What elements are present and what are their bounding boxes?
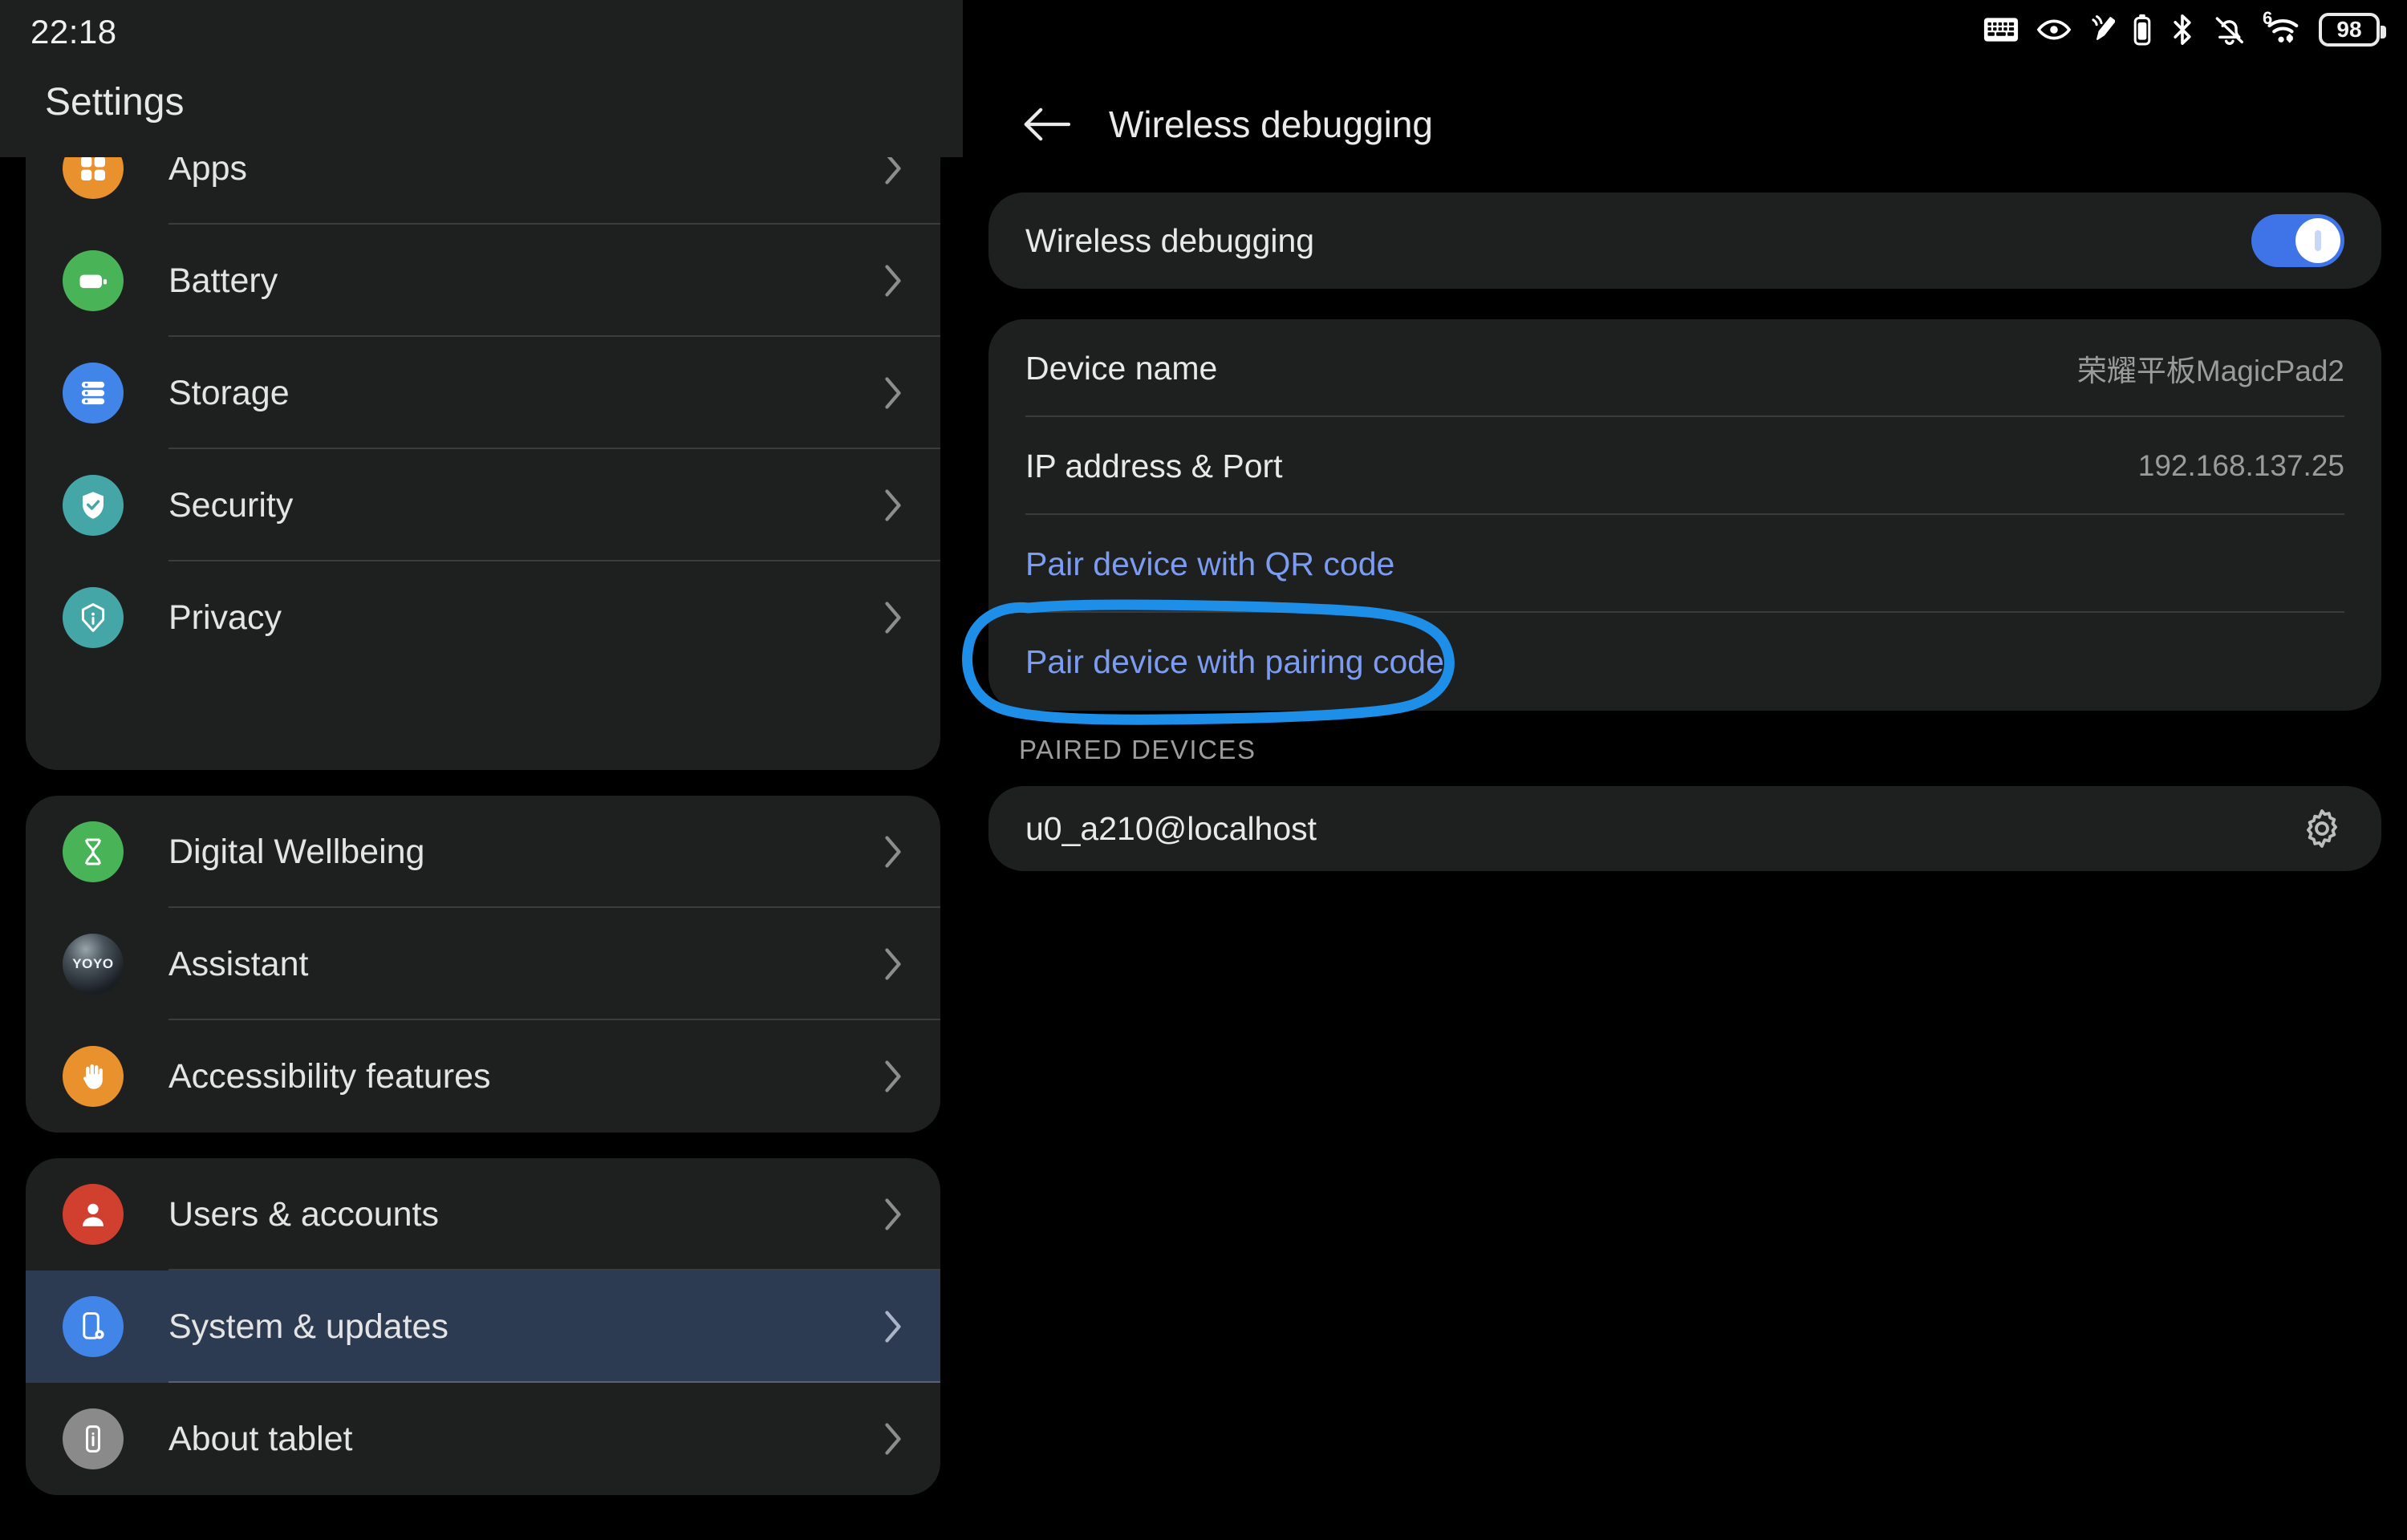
sidebar-item-label: Security xyxy=(168,486,293,525)
sidebar-group-3: Users & accounts System & update xyxy=(26,1158,940,1495)
pair-with-pairing-code-row[interactable]: Pair device with pairing code xyxy=(988,613,2381,711)
sidebar-item-battery[interactable]: Battery xyxy=(26,225,940,337)
sidebar-item-label: Storage xyxy=(168,374,290,413)
device-info-card: Device name 荣耀平板MagicPad2 IP address & P… xyxy=(988,319,2381,711)
hand-icon xyxy=(63,1046,124,1107)
wireless-debugging-label: Wireless debugging xyxy=(1025,222,1314,260)
person-icon xyxy=(63,1184,124,1245)
sidebar-item-label: System & updates xyxy=(168,1307,449,1347)
chevron-right-icon xyxy=(881,261,905,301)
bluetooth-icon xyxy=(2170,13,2195,47)
paired-device-row[interactable]: u0_a210@localhost xyxy=(988,786,2381,871)
chevron-right-icon xyxy=(881,1194,905,1234)
hourglass-icon xyxy=(63,821,124,882)
detail-header: Wireless debugging xyxy=(963,80,1433,168)
sidebar-header: 22:18 Settings xyxy=(0,0,963,157)
ip-address-port-label: IP address & Port xyxy=(1025,448,1283,485)
device-name-label: Device name xyxy=(1025,350,1217,387)
sidebar-item-label: Digital Wellbeing xyxy=(168,833,424,872)
sidebar-item-label: Battery xyxy=(168,261,278,301)
stylus-battery-icon xyxy=(2133,13,2152,47)
paired-device-name: u0_a210@localhost xyxy=(1025,810,1317,848)
sidebar-group-2: Digital Wellbeing YOYO Assistant xyxy=(26,796,940,1133)
yoyo-assistant-icon: YOYO xyxy=(63,934,124,995)
battery-icon: 98 xyxy=(2319,13,2380,47)
ip-address-port-value: 192.168.137.25 xyxy=(2138,449,2344,483)
device-gear-icon xyxy=(63,1296,124,1357)
wireless-debugging-switch[interactable] xyxy=(2251,214,2344,267)
privacy-lock-icon xyxy=(63,587,124,648)
wifi-generation-label: 6 xyxy=(2263,8,2272,29)
gear-icon[interactable] xyxy=(2299,806,2344,851)
ip-address-port-row[interactable]: IP address & Port 192.168.137.25 xyxy=(988,417,2381,515)
back-button[interactable] xyxy=(1019,96,1075,152)
sidebar-item-privacy[interactable]: Privacy xyxy=(26,561,940,674)
detail-title: Wireless debugging xyxy=(1109,103,1433,146)
sidebar-item-label: About tablet xyxy=(168,1420,353,1459)
wireless-debugging-row[interactable]: Wireless debugging xyxy=(988,192,2381,289)
sidebar-item-users-accounts[interactable]: Users & accounts xyxy=(26,1158,940,1270)
status-bar-icons: 6 98 xyxy=(1983,11,2380,48)
sidebar-item-label: Privacy xyxy=(168,598,282,638)
device-name-value: 荣耀平板MagicPad2 xyxy=(2077,346,2344,390)
chevron-right-icon xyxy=(881,944,905,984)
sidebar-item-label: Assistant xyxy=(168,945,308,984)
battery-percent-label: 98 xyxy=(2336,17,2361,43)
sidebar-scroll-area[interactable]: Biometrics & password Apps xyxy=(0,0,963,1540)
wireless-debugging-toggle-card: Wireless debugging xyxy=(988,192,2381,289)
status-bar-clock: 22:18 xyxy=(30,13,117,51)
battery-icon xyxy=(63,250,124,311)
storage-icon xyxy=(63,363,124,424)
eye-icon xyxy=(2036,18,2072,42)
sidebar-item-about-tablet[interactable]: About tablet xyxy=(26,1383,940,1495)
sidebar-item-digital-wellbeing[interactable]: Digital Wellbeing xyxy=(26,796,940,908)
chevron-right-icon xyxy=(881,832,905,872)
chevron-right-icon xyxy=(881,598,905,638)
device-name-row[interactable]: Device name 荣耀平板MagicPad2 xyxy=(988,319,2381,417)
keyboard-icon xyxy=(1983,16,2019,43)
page-title: Settings xyxy=(45,80,184,124)
sidebar-item-storage[interactable]: Storage xyxy=(26,337,940,449)
pair-with-pairing-code-link[interactable]: Pair device with pairing code xyxy=(1025,643,1444,681)
pair-with-qr-code-link[interactable]: Pair device with QR code xyxy=(1025,545,1394,583)
device-info-icon xyxy=(63,1408,124,1469)
paired-devices-card: u0_a210@localhost xyxy=(988,786,2381,871)
shield-check-icon xyxy=(63,475,124,536)
detail-panel: 6 98 Wireless debugging xyxy=(963,0,2407,1540)
assistant-badge-text: YOYO xyxy=(72,956,114,972)
sidebar-item-security[interactable]: Security xyxy=(26,449,940,561)
sidebar-item-label: Users & accounts xyxy=(168,1195,439,1234)
sidebar-item-accessibility-features[interactable]: Accessibility features xyxy=(26,1020,940,1133)
stylus-icon xyxy=(2089,13,2115,47)
pair-with-qr-code-row[interactable]: Pair device with QR code xyxy=(988,515,2381,613)
settings-sidebar: Biometrics & password Apps xyxy=(0,0,963,1540)
chevron-right-icon xyxy=(881,485,905,525)
screen-root: Biometrics & password Apps xyxy=(0,0,2407,1540)
sidebar-item-label: Accessibility features xyxy=(168,1057,491,1096)
chevron-right-icon xyxy=(881,1056,905,1096)
chevron-right-icon xyxy=(881,373,905,413)
sidebar-item-assistant[interactable]: YOYO Assistant xyxy=(26,908,940,1020)
sidebar-item-system-updates[interactable]: System & updates xyxy=(26,1270,940,1383)
notifications-muted-icon xyxy=(2213,14,2247,46)
paired-devices-section-label: PAIRED DEVICES xyxy=(1019,735,1256,765)
wifi-6-icon: 6 xyxy=(2264,14,2301,46)
chevron-right-icon xyxy=(881,1307,905,1347)
chevron-right-icon xyxy=(881,1419,905,1459)
